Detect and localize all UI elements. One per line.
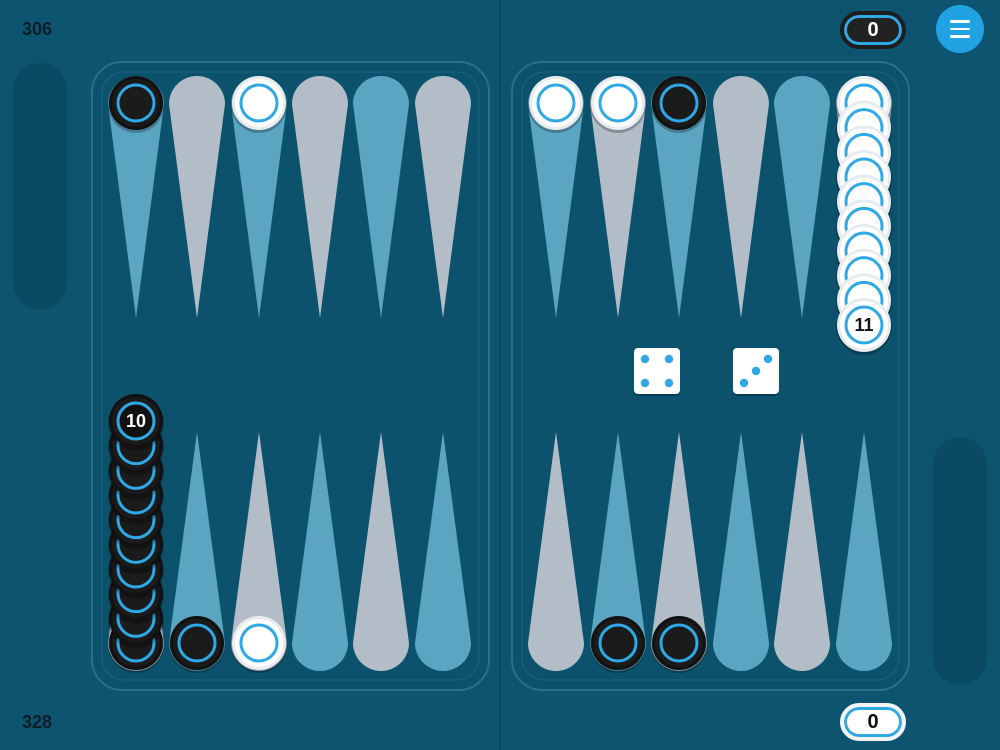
backgammon-board: 11 10 [0,0,1000,750]
die-pip [664,378,674,388]
die-pip [751,366,761,376]
black-checker[interactable] [590,616,646,673]
white-checker[interactable] [528,76,584,133]
black-checker[interactable] [108,76,164,133]
die-pip [640,354,650,364]
white-checker[interactable] [590,76,646,133]
die-pip [640,378,650,388]
die-pip [664,354,674,364]
white-checker[interactable]: 11 [836,298,892,355]
die-2[interactable] [733,348,779,396]
stack-count-label: 11 [854,315,873,335]
black-checker[interactable] [651,616,707,673]
die-pip [763,354,773,364]
die-pip [739,378,749,388]
white-checker[interactable] [231,76,287,133]
black-checker[interactable] [169,616,225,673]
black-checker[interactable]: 10 [108,394,164,451]
die-face [634,348,680,394]
white-checker[interactable] [231,616,287,673]
black-checker[interactable] [651,76,707,133]
stack-count-label: 10 [126,411,146,431]
die-1[interactable] [634,348,680,396]
